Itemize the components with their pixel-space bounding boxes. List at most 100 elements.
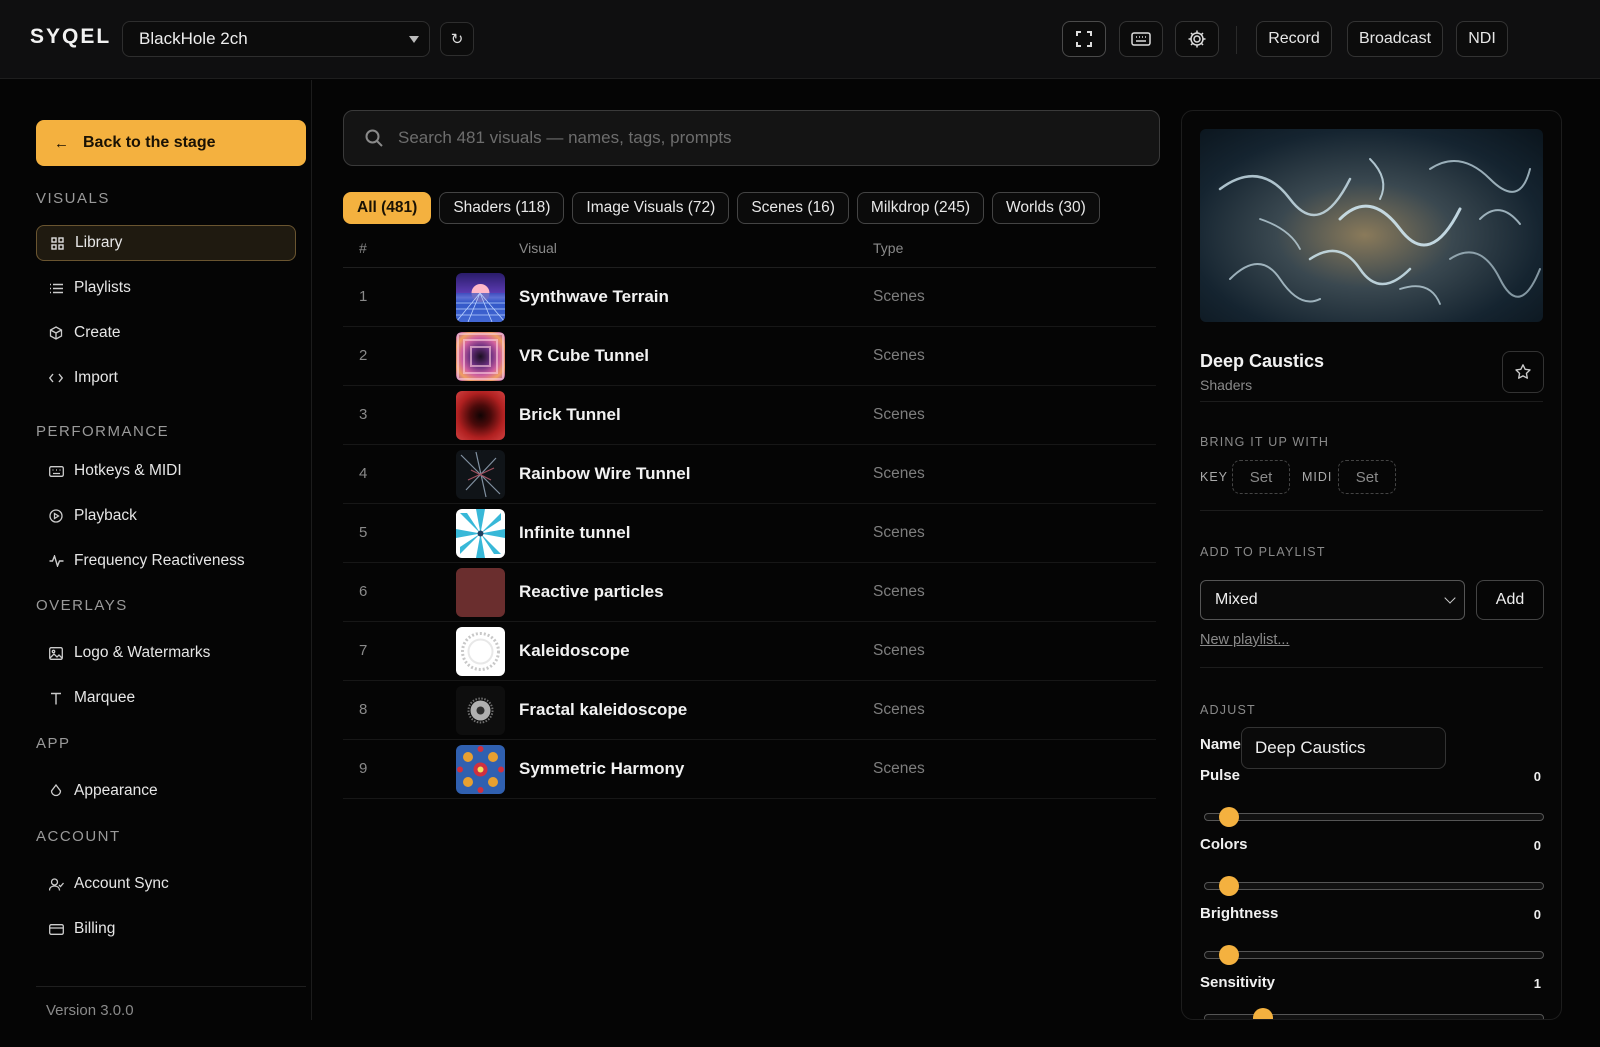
sidebar-item-playback[interactable]: Playback <box>36 498 296 534</box>
filter-chips: All (481) Shaders (118) Image Visuals (7… <box>343 192 1100 224</box>
key-label: KEY <box>1200 470 1229 484</box>
sidebar-item-import[interactable]: Import <box>36 360 296 396</box>
sidebar-item-hotkeys[interactable]: Hotkeys & MIDI <box>36 453 296 489</box>
visual-thumbnail <box>456 686 505 735</box>
visual-name: Symmetric Harmony <box>519 759 685 778</box>
slider-thumb[interactable] <box>1219 807 1239 827</box>
table-row[interactable]: 7 Kaleidoscope Scenes <box>343 622 1156 681</box>
table-row[interactable]: 5 Infinite tunnel Scenes <box>343 504 1156 563</box>
filter-scenes[interactable]: Scenes (16) <box>737 192 849 224</box>
arrow-left-icon: ← <box>54 134 69 152</box>
adjust-label: ADJUST <box>1200 703 1256 717</box>
fullscreen-icon <box>1076 31 1092 47</box>
sidebar-item-library[interactable]: Library <box>36 225 296 261</box>
sidebar-item-label: Library <box>75 234 123 251</box>
slider-thumb[interactable] <box>1219 945 1239 965</box>
set-midi-button[interactable]: Set <box>1338 460 1396 494</box>
visual-name: Kaleidoscope <box>519 641 630 660</box>
table-row[interactable]: 4 Rainbow Wire Tunnel Scenes <box>343 445 1156 504</box>
slider-thumb[interactable] <box>1253 1008 1273 1019</box>
row-number: 8 <box>359 701 368 718</box>
column-visual[interactable]: Visual <box>519 240 557 256</box>
table-row[interactable]: 2 VR Cube Tunnel Scenes <box>343 327 1156 386</box>
sidebar-item-playlists[interactable]: Playlists <box>36 270 296 306</box>
grid-icon <box>49 235 65 251</box>
sidebar-item-account-sync[interactable]: Account Sync <box>36 866 296 902</box>
top-bar: SYQEL BlackHole 2ch ↻ Record Broadcast N… <box>0 0 1600 79</box>
row-number: 2 <box>359 347 368 364</box>
sidebar: ← Back to the stage VISUALS Library Play… <box>0 80 312 1020</box>
row-number: 3 <box>359 406 368 423</box>
visual-thumbnail <box>456 450 505 499</box>
filter-all[interactable]: All (481) <box>343 192 432 224</box>
sidebar-item-appearance[interactable]: Appearance <box>36 773 296 809</box>
column-number[interactable]: # <box>359 240 367 256</box>
code-icon <box>48 370 64 386</box>
activity-icon <box>48 553 64 569</box>
sensitivity-slider[interactable] <box>1204 1008 1544 1019</box>
favorite-button[interactable] <box>1502 351 1544 393</box>
pulse-slider[interactable] <box>1204 807 1544 827</box>
keyboard-button[interactable] <box>1119 21 1163 57</box>
list-icon <box>48 280 64 296</box>
visual-category: Shaders <box>1200 377 1253 393</box>
new-playlist-link[interactable]: New playlist... <box>1200 632 1289 648</box>
add-to-playlist-button[interactable]: Add <box>1476 580 1544 620</box>
row-number: 5 <box>359 524 368 541</box>
refresh-device-button[interactable]: ↻ <box>440 22 474 56</box>
slider-value-pulse: 0 <box>1533 769 1541 784</box>
audio-device-select[interactable]: BlackHole 2ch <box>122 21 430 57</box>
table-row[interactable]: 3 Brick Tunnel Scenes <box>343 386 1156 445</box>
drop-icon <box>48 783 64 799</box>
sidebar-item-create[interactable]: Create <box>36 315 296 351</box>
filter-image-visuals[interactable]: Image Visuals (72) <box>572 192 730 224</box>
settings-button[interactable] <box>1175 21 1219 57</box>
slider-label-sensitivity: Sensitivity <box>1200 974 1276 991</box>
record-button[interactable]: Record <box>1256 21 1332 57</box>
fullscreen-button[interactable] <box>1062 21 1106 57</box>
refresh-icon: ↻ <box>450 31 464 48</box>
table-row[interactable]: 8 Fractal kaleidoscope Scenes <box>343 681 1156 740</box>
column-type[interactable]: Type <box>873 240 903 256</box>
sidebar-item-marquee[interactable]: Marquee <box>36 680 296 716</box>
ndi-button[interactable]: NDI <box>1456 21 1508 57</box>
brightness-slider[interactable] <box>1204 945 1544 965</box>
table-row[interactable]: 9 Symmetric Harmony Scenes <box>343 740 1156 799</box>
set-key-button[interactable]: Set <box>1232 460 1290 494</box>
sidebar-item-frequency[interactable]: Frequency Reactiveness <box>36 543 296 579</box>
row-number: 6 <box>359 583 368 600</box>
filter-worlds[interactable]: Worlds (30) <box>991 192 1100 224</box>
playlist-select[interactable]: Mixed <box>1200 580 1465 620</box>
section-account: ACCOUNT <box>36 828 121 845</box>
table-row[interactable]: 1 Synthwave Terrain Scenes <box>343 268 1156 327</box>
row-number: 1 <box>359 288 368 305</box>
visual-detail-panel: Deep Caustics Shaders BRING IT UP WITH K… <box>1181 110 1562 1020</box>
visual-thumbnail <box>456 627 505 676</box>
sidebar-item-label: Playlists <box>74 279 131 296</box>
visual-thumbnail <box>456 509 505 558</box>
slider-thumb[interactable] <box>1219 876 1239 896</box>
colors-slider[interactable] <box>1204 876 1544 896</box>
visual-name-input[interactable]: Deep Caustics <box>1241 727 1446 769</box>
visual-type: Scenes <box>873 524 925 541</box>
filter-milkdrop[interactable]: Milkdrop (245) <box>856 192 984 224</box>
sidebar-divider <box>36 986 306 987</box>
visual-name: Reactive particles <box>519 582 664 601</box>
visual-type: Scenes <box>873 347 925 364</box>
broadcast-button[interactable]: Broadcast <box>1347 21 1443 57</box>
back-to-stage-button[interactable]: ← Back to the stage <box>36 120 306 166</box>
sidebar-item-logo-watermarks[interactable]: Logo & Watermarks <box>36 635 296 671</box>
filter-shaders[interactable]: Shaders (118) <box>439 192 565 224</box>
sidebar-item-label: Hotkeys & MIDI <box>74 462 182 479</box>
table-row[interactable]: 6 Reactive particles Scenes <box>343 563 1156 622</box>
search-input[interactable] <box>398 128 1098 148</box>
search-bar[interactable] <box>343 110 1160 166</box>
visual-title: Deep Caustics <box>1200 351 1325 371</box>
row-number: 4 <box>359 465 368 482</box>
visual-type: Scenes <box>873 760 925 777</box>
slider-value-sensitivity: 1 <box>1533 976 1541 991</box>
text-icon <box>48 690 64 706</box>
sidebar-item-billing[interactable]: Billing <box>36 911 296 947</box>
midi-label: MIDI <box>1302 470 1333 484</box>
row-number: 7 <box>359 642 368 659</box>
